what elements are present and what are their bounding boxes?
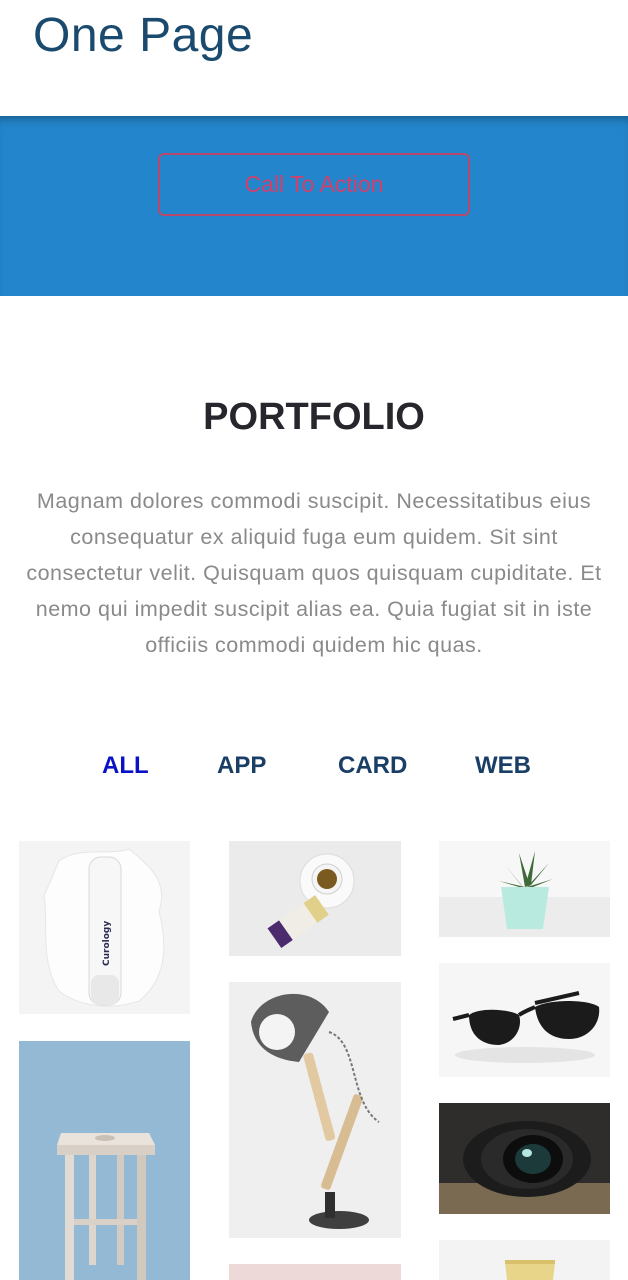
filter-app[interactable]: APP xyxy=(217,752,266,780)
filter-card[interactable]: CARD xyxy=(338,752,407,780)
camera-lens-image xyxy=(439,1103,610,1214)
drink-glass-image xyxy=(439,1240,610,1280)
portfolio-filters: ALL APP CARD WEB xyxy=(0,752,628,788)
desk-lamp-image xyxy=(229,982,401,1238)
filter-web[interactable]: WEB xyxy=(475,752,531,780)
stool-image xyxy=(19,1041,190,1280)
portfolio-item-lens[interactable] xyxy=(439,1103,610,1214)
hero-section: Call To Action xyxy=(0,116,628,296)
lotion-bottle-image: Curology xyxy=(43,848,165,1007)
succulent-image xyxy=(439,841,610,937)
brand-logo[interactable]: One Page xyxy=(33,8,253,63)
portfolio-item-lotion[interactable]: Curology xyxy=(19,841,190,1014)
portfolio-item-sunglasses[interactable] xyxy=(439,963,610,1077)
portfolio-item-plant[interactable] xyxy=(439,841,610,937)
section-description: Magnam dolores commodi suscipit. Necessi… xyxy=(26,489,602,657)
bottle-brand-text: Curology xyxy=(102,921,112,966)
portfolio-item-pink[interactable] xyxy=(229,1264,401,1280)
sunglasses-image xyxy=(439,963,610,1077)
portfolio-item-coffee[interactable] xyxy=(229,841,401,956)
coffee-snack-image xyxy=(229,841,401,956)
portfolio-item-stool[interactable] xyxy=(19,1041,190,1280)
call-to-action-button[interactable]: Call To Action xyxy=(158,153,470,216)
filter-all[interactable]: ALL xyxy=(102,752,149,780)
site-header: One Page xyxy=(0,0,628,116)
section-title: PORTFOLIO xyxy=(203,396,425,438)
portfolio-item-lamp[interactable] xyxy=(229,982,401,1238)
portfolio-item-drink[interactable] xyxy=(439,1240,610,1280)
